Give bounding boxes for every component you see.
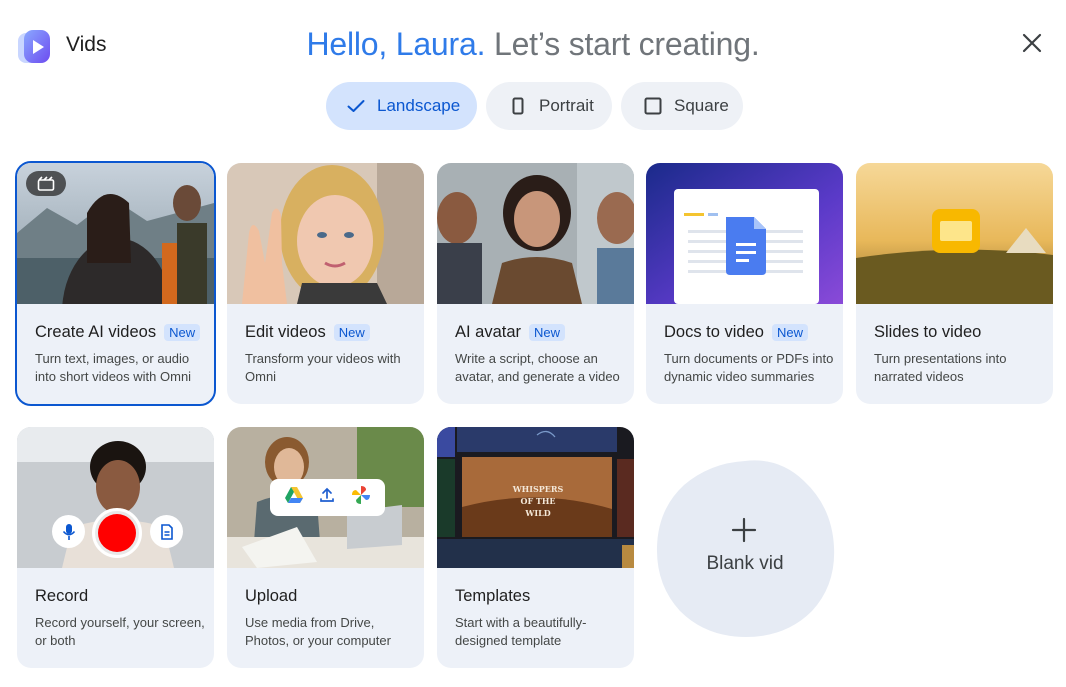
- card-title: Edit videos: [245, 323, 326, 341]
- greeting-hello: Hello, Laura.: [306, 26, 486, 62]
- google-drive-icon[interactable]: [284, 486, 304, 509]
- card-record[interactable]: Record Record yourself, your screen, or …: [17, 427, 214, 668]
- card-description: Record yourself, your screen, or both: [35, 615, 205, 648]
- slides-to-video-thumbnail: [856, 163, 1053, 304]
- microphone-icon: [62, 523, 75, 540]
- new-badge: New: [164, 324, 201, 341]
- portrait-frame-icon: [507, 95, 529, 117]
- card-templates[interactable]: WHISPERS OF THE WILD Templates Start wit…: [437, 427, 634, 668]
- blank-vid-button[interactable]: [654, 457, 836, 639]
- card-description: Transform your videos with Omni: [245, 351, 401, 384]
- card-ai-avatar[interactable]: AI avatar New Write a script, choose an a…: [437, 163, 634, 404]
- docs-to-video-thumbnail: [646, 163, 843, 304]
- square-frame-icon: [642, 95, 664, 117]
- card-description: Write a script, choose an avatar, and ge…: [455, 351, 620, 384]
- close-icon: [1022, 33, 1042, 53]
- orientation-label: Portrait: [539, 96, 594, 115]
- edit-videos-thumbnail: [227, 163, 424, 304]
- orientation-label: Square: [674, 96, 729, 115]
- new-badge: New: [771, 324, 808, 341]
- record-thumbnail: [17, 427, 214, 568]
- card-title: Templates: [455, 587, 531, 605]
- card-slides-to-video[interactable]: Slides to video Turn presentations into …: [856, 163, 1053, 404]
- card-docs-to-video[interactable]: Docs to video New Turn documents or PDFs …: [646, 163, 843, 404]
- card-upload[interactable]: Upload Use media from Drive, Photos, or …: [227, 427, 424, 668]
- upload-source-picker: [270, 479, 385, 516]
- card-description: Turn presentations into narrated videos: [874, 351, 1007, 384]
- template-title-text: WHISPERS OF THE WILD: [512, 484, 564, 518]
- templates-thumbnail: WHISPERS OF THE WILD: [437, 427, 634, 568]
- record-dot-icon: [98, 514, 136, 552]
- orientation-portrait-button[interactable]: Portrait: [486, 82, 612, 130]
- new-badge: New: [529, 324, 566, 341]
- card-description: Start with a beautifully-designed templa…: [455, 615, 587, 648]
- card-title: Upload: [245, 587, 298, 605]
- video-clip-icon: [26, 171, 66, 196]
- card-title: Slides to video: [874, 323, 982, 341]
- card-description: Use media from Drive, Photos, or your co…: [245, 615, 391, 648]
- google-photos-icon[interactable]: [351, 485, 371, 510]
- ai-avatar-thumbnail: [437, 163, 634, 304]
- microphone-button[interactable]: [52, 515, 85, 548]
- card-title: Record: [35, 587, 89, 605]
- record-button[interactable]: [92, 508, 142, 558]
- document-icon: [160, 523, 173, 540]
- card-title: AI avatar: [455, 323, 522, 341]
- card-create-ai-videos[interactable]: Create AI videos New Turn text, images, o…: [15, 161, 216, 406]
- card-title: Docs to video: [664, 323, 764, 341]
- orientation-landscape-button[interactable]: Landscape: [326, 82, 477, 130]
- document-button[interactable]: [150, 515, 183, 548]
- card-edit-videos[interactable]: Edit videos New Transform your videos wit…: [227, 163, 424, 404]
- upload-from-computer-icon[interactable]: [319, 487, 335, 508]
- create-ai-videos-thumbnail: [17, 163, 214, 304]
- close-button[interactable]: [1016, 27, 1048, 59]
- plus-icon: [731, 517, 757, 543]
- new-badge: New: [333, 324, 370, 341]
- card-description: Turn text, images, or audio into short v…: [35, 351, 192, 384]
- greeting-subtext: Let’s start creating.: [493, 26, 760, 62]
- orientation-label: Landscape: [377, 96, 461, 115]
- card-description: Turn documents or PDFs into dynamic vide…: [664, 351, 834, 384]
- card-title: Create AI videos: [35, 323, 157, 341]
- checkmark-icon: [345, 95, 367, 117]
- orientation-square-button[interactable]: Square: [621, 82, 743, 130]
- upload-thumbnail: [227, 427, 424, 568]
- greeting-heading: Hello, Laura. Let’s start creating.: [0, 26, 1066, 63]
- blank-vid-label: Blank vid: [706, 553, 784, 574]
